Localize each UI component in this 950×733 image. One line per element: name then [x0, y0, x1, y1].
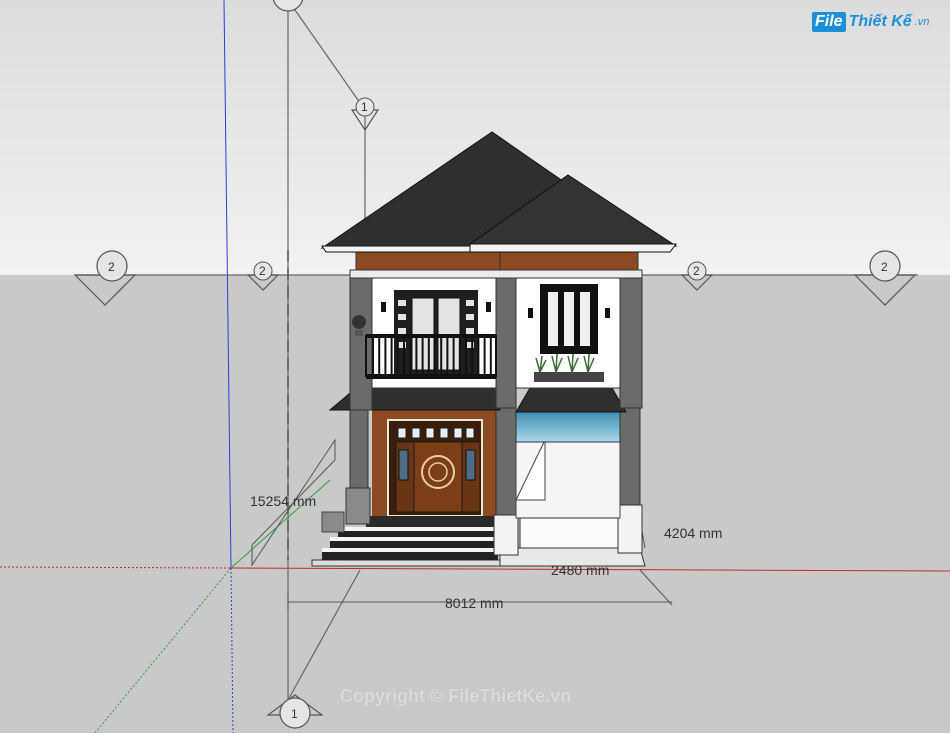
baluster [440, 338, 443, 374]
eave-band [349, 269, 643, 279]
main-door-center[interactable] [413, 441, 463, 513]
entrance-steps [322, 527, 498, 560]
baluster [452, 338, 455, 374]
baluster [409, 338, 412, 374]
baluster [396, 338, 399, 374]
model-scene[interactable]: 2 2 2 2 1 1 [0, 0, 950, 733]
baluster [483, 338, 486, 374]
pillar-mid-upper [495, 277, 517, 409]
pillar-left-base [345, 487, 371, 525]
dimension-garage-label[interactable]: 2480 mm [551, 562, 609, 578]
baluster [465, 338, 467, 374]
grid-marker-label: 1 [291, 707, 298, 721]
plant-box [534, 372, 604, 382]
baluster [415, 338, 418, 374]
site-logo: File Thiết Kế .vn [812, 12, 929, 32]
baluster [489, 338, 492, 374]
dimension-height-label[interactable]: 15254 mm [250, 493, 316, 509]
wall-lamp-left [381, 302, 386, 312]
pillar-mid-base [493, 514, 519, 556]
baluster [390, 338, 393, 374]
baluster [372, 338, 374, 374]
sketchup-viewport[interactable]: 2 2 2 2 1 1 15254 mm 4204 mm 2480 mm 801… [0, 0, 950, 733]
baluster [384, 338, 387, 374]
dimension-side-label[interactable]: 4204 mm [664, 525, 722, 541]
upper-wood-fascia-left [355, 251, 501, 271]
baluster [434, 338, 436, 374]
baluster [458, 338, 461, 374]
baluster [421, 338, 424, 374]
wall-lamp-right2 [528, 308, 533, 318]
grid-marker-label: 2 [693, 264, 700, 278]
pillar-right-upper [619, 277, 643, 409]
canopy-right [515, 387, 627, 413]
pillar-lamp [352, 315, 366, 329]
ground-slab [311, 559, 501, 567]
wall-lamp-right3 [605, 308, 610, 318]
dimension-width-label[interactable]: 8012 mm [445, 595, 503, 611]
pillar-left-upper [349, 277, 373, 411]
garage-glass-band [515, 411, 621, 443]
pillar-right-base [617, 504, 643, 554]
porch-floor [366, 516, 498, 527]
grid-marker-label: 2 [259, 264, 266, 278]
baluster [427, 338, 430, 374]
copyright-watermark: Copyright © FileThietKe.vn [340, 686, 572, 706]
garage-opening [519, 517, 619, 549]
baluster [446, 338, 449, 374]
grid-marker-label: 2 [881, 260, 888, 274]
roof-edge-right [469, 243, 677, 253]
baluster [403, 338, 405, 374]
logo-suffix: .vn [914, 16, 930, 28]
grid-marker-label: 2 [108, 260, 115, 274]
logo-text: Thiết Kế [848, 13, 912, 30]
planter-box [321, 511, 345, 533]
baluster [378, 338, 381, 374]
baluster [471, 338, 474, 374]
grid-marker-label: 1 [361, 100, 368, 114]
logo-box: File [812, 12, 846, 32]
wall-lamp-right [486, 302, 491, 312]
baluster [477, 338, 480, 374]
